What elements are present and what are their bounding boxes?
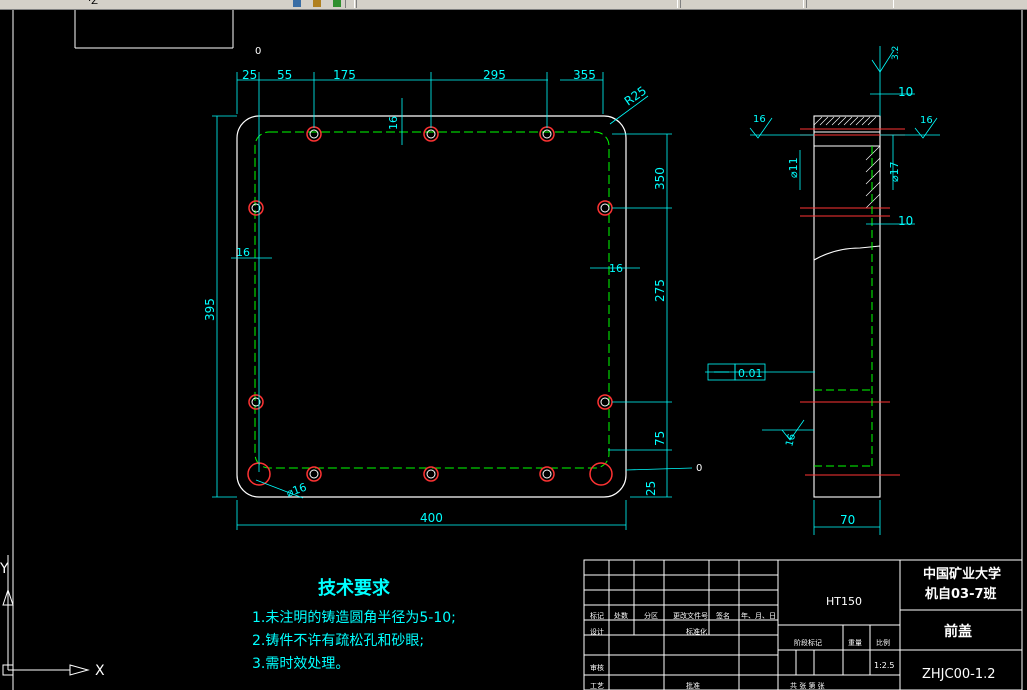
- bolt-holes: [247, 126, 613, 486]
- bolt-hole: [248, 394, 264, 410]
- stage-label: 阶段标记: [794, 638, 822, 647]
- tech-req-title: 技术要求: [318, 577, 391, 599]
- hdr-change-doc: 更改文件号: [673, 611, 708, 620]
- side-outline: [813, 115, 881, 498]
- side-dim-phi17: ⌀17: [888, 161, 901, 182]
- dim-175: 175: [333, 68, 356, 82]
- front-dimension-texts: 25 55 175 295 355 R25 16 350 16 16 275 3…: [203, 68, 667, 525]
- dim-295: 295: [483, 68, 506, 82]
- drawing-canvas[interactable]: 25 55 175 295 355 R25 16 350 16 16 275 3…: [0, 10, 1027, 690]
- toolbar-combo-1[interactable]: [356, 0, 678, 8]
- dim-r25: R25: [622, 83, 649, 108]
- bolt-circle-centerline: [254, 131, 610, 469]
- scale-label: 比例: [876, 638, 890, 647]
- dim-55: 55: [277, 68, 292, 82]
- side-centerlines: [814, 146, 873, 467]
- material: HT150: [826, 595, 862, 608]
- bolt-hole-inner: [426, 469, 436, 479]
- approve-label: 批准: [686, 681, 700, 690]
- drawing-frame: [12, 10, 1023, 690]
- bolt-hole-inner: [309, 129, 319, 139]
- bolt-hole-inner: [600, 203, 610, 213]
- dim-400: 400: [420, 511, 443, 525]
- designer-label: 设计: [590, 627, 604, 636]
- dim-16-right: 16: [609, 262, 623, 275]
- hdr-count: 处数: [614, 611, 628, 620]
- bolt-hole: [597, 394, 613, 410]
- hdr-zone: 分区: [644, 611, 658, 620]
- bolt-hole: [539, 126, 555, 142]
- ucs-x-label: X: [95, 663, 105, 679]
- review-label: 审核: [590, 663, 604, 672]
- roughness-16-c: 16: [784, 433, 798, 448]
- sheets-label: 共 张 第 张: [790, 681, 825, 690]
- side-view: 10 10 ⌀11 ⌀17 70 16 16 16 3.2 0.01: [705, 46, 940, 535]
- bolt-hole-inner: [600, 397, 610, 407]
- roughness-3-2: 3.2: [891, 46, 901, 60]
- bolt-hole: [306, 466, 322, 482]
- university-name: 中国矿业大学: [923, 566, 1001, 582]
- hdr-sign: 签名: [716, 611, 730, 620]
- roughness-16-b: 16: [920, 115, 933, 126]
- toolbar-icon-1[interactable]: [293, 0, 301, 7]
- front-dimension-lines: [212, 72, 693, 530]
- origin-label-right: 0: [696, 463, 702, 474]
- bolt-hole: [306, 126, 322, 142]
- bolt-hole: [597, 200, 613, 216]
- bolt-hole: [248, 200, 264, 216]
- bolt-hole-inner: [309, 469, 319, 479]
- front-outer-outline: [236, 115, 627, 498]
- class-name: 机自03-7班: [925, 586, 997, 602]
- side-dimension-texts: 10 10 ⌀11 ⌀17 70 16 16 16 3.2 0.01: [738, 46, 933, 527]
- dim-25-right: 25: [644, 481, 658, 496]
- part-name: 前盖: [944, 623, 972, 640]
- tech-req-item-1: 1.未注明的铸造圆角半径为5-10;: [252, 610, 456, 626]
- roughness-16-a: 16: [753, 114, 766, 125]
- dim-275: 275: [653, 279, 667, 302]
- standardization-label: 标准化: [686, 627, 707, 636]
- autocad-toolbar: ·Z: [0, 0, 1027, 10]
- bolt-hole: [539, 466, 555, 482]
- dim-395: 395: [203, 298, 217, 321]
- tech-requirements: 技术要求 1.未注明的铸造圆角半径为5-10; 2.铸件不许有疏松孔和砂眼; 3…: [252, 577, 456, 672]
- hdr-mark: 标记: [590, 611, 604, 620]
- dim-16-top: 16: [387, 116, 400, 130]
- side-dimension-lines: [705, 46, 940, 535]
- toolbar-partial-label: ·Z: [88, 0, 99, 7]
- dim-25-top: 25: [242, 68, 257, 82]
- flatness-tolerance: 0.01: [738, 367, 763, 380]
- ucs-icon: [2, 555, 90, 676]
- bolt-hole: [423, 126, 439, 142]
- side-dim-70: 70: [840, 513, 855, 527]
- dim-355: 355: [573, 68, 596, 82]
- origin-label-top: 0: [255, 46, 261, 57]
- side-dim-phi11: ⌀11: [787, 157, 800, 178]
- dim-350: 350: [653, 167, 667, 190]
- side-dim-10-top: 10: [898, 85, 913, 99]
- ucs-y-label: Y: [0, 561, 9, 577]
- hdr-date: 年、月、日: [741, 611, 776, 620]
- toolbar-combo-3[interactable]: [806, 0, 894, 8]
- scale-value: 1:2.5: [874, 661, 895, 670]
- tech-req-item-3: 3.需时效处理。: [252, 656, 349, 672]
- weight-label: 重量: [848, 639, 862, 647]
- bolt-hole-inner: [542, 129, 552, 139]
- dim-75: 75: [653, 431, 667, 446]
- toolbar-icon-2[interactable]: [313, 0, 321, 7]
- front-view: 25 55 175 295 355 R25 16 350 16 16 275 3…: [203, 46, 702, 530]
- bolt-hole-inner: [426, 129, 436, 139]
- process-label: 工艺: [590, 682, 604, 690]
- toolbar-separator-1: [345, 0, 355, 8]
- side-hatching: [813, 116, 881, 209]
- toolbar-combo-2[interactable]: [680, 0, 804, 8]
- dim-16-left: 16: [236, 246, 250, 259]
- toolbar-icon-3[interactable]: [333, 0, 341, 7]
- bolt-hole-inner: [542, 469, 552, 479]
- drawing-number: ZHJC00-1.2: [922, 667, 996, 682]
- side-dim-10-mid: 10: [898, 214, 913, 228]
- bolt-hole: [423, 466, 439, 482]
- tech-req-item-2: 2.铸件不许有疏松孔和砂眼;: [252, 633, 424, 649]
